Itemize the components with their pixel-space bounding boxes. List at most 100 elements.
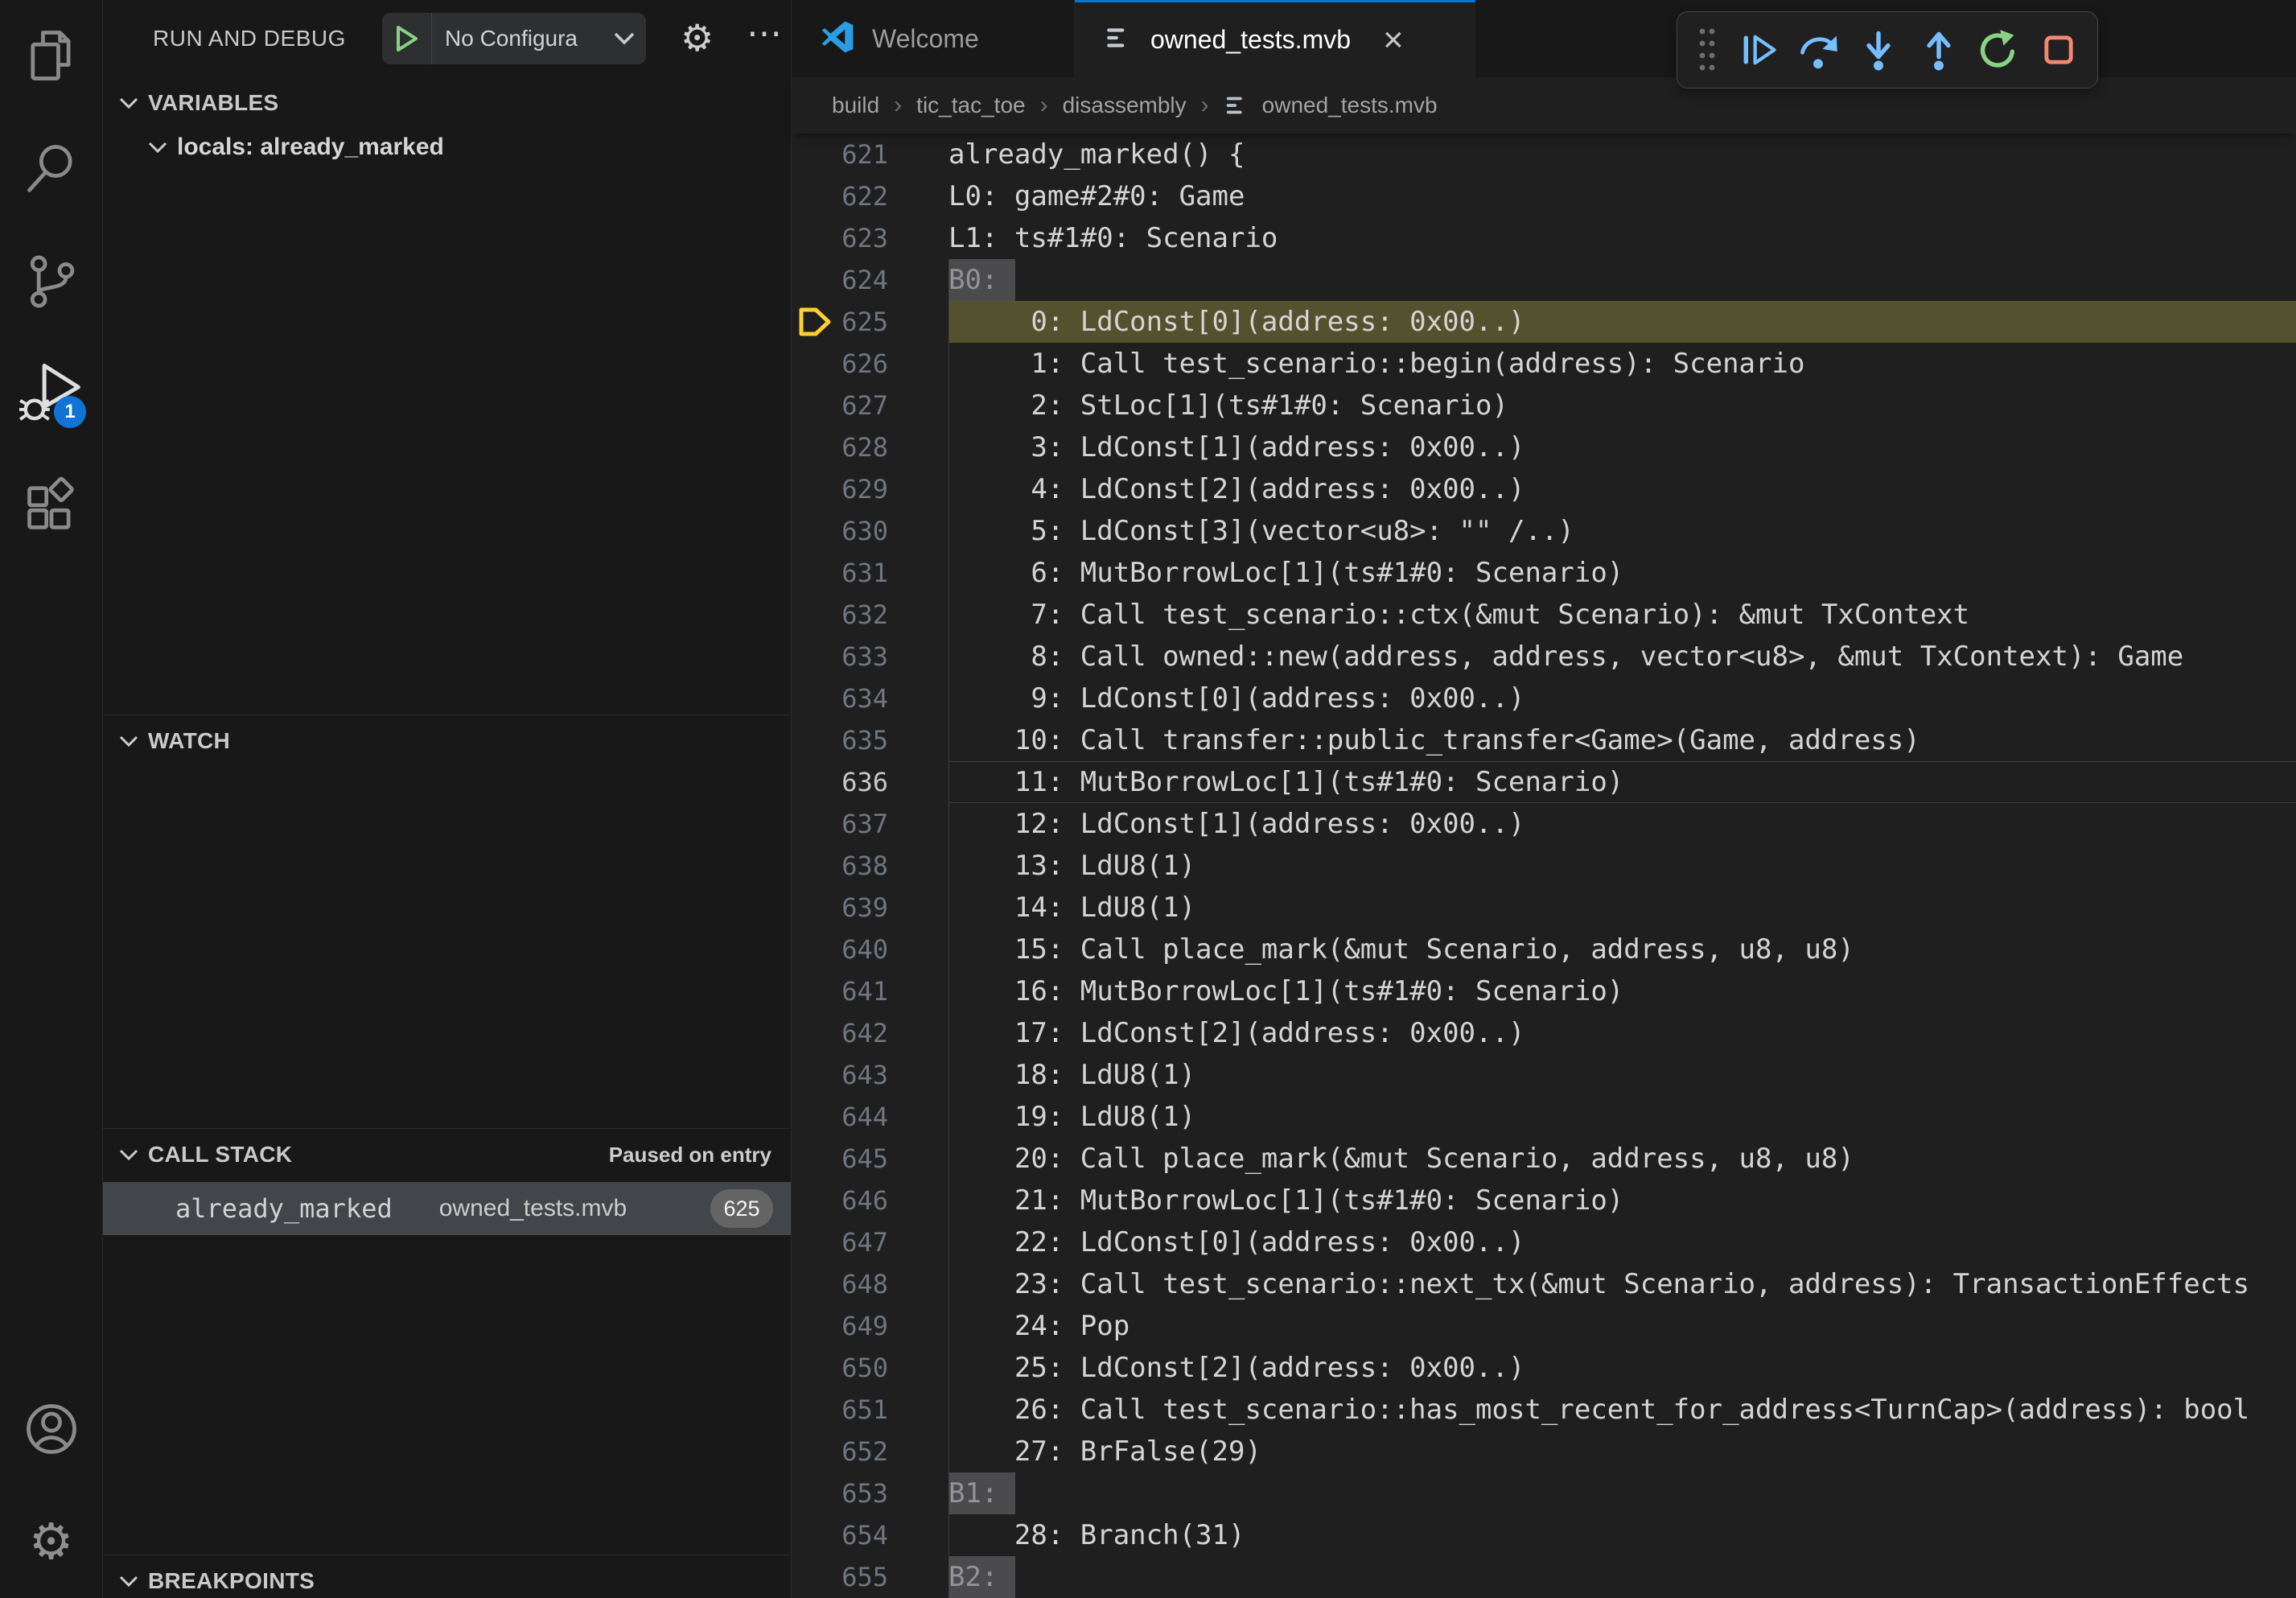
- code-line[interactable]: 621already_marked() {: [792, 134, 2296, 175]
- breakpoints-section-header[interactable]: BREAKPOINTS: [103, 1555, 791, 1598]
- code-line[interactable]: 622L0: game#2#0: Game: [792, 175, 2296, 217]
- code-line[interactable]: 629 4: LdConst[2](address: 0x00..): [792, 468, 2296, 510]
- gutter[interactable]: 639: [792, 887, 948, 929]
- gutter[interactable]: 627: [792, 385, 948, 426]
- gutter[interactable]: 626: [792, 343, 948, 385]
- stop-button[interactable]: [2038, 29, 2080, 71]
- gutter[interactable]: 644: [792, 1096, 948, 1138]
- code-area[interactable]: 621already_marked() {622L0: game#2#0: Ga…: [792, 134, 2296, 1598]
- code-line[interactable]: 645 20: Call place_mark(&mut Scenario, a…: [792, 1138, 2296, 1180]
- gutter[interactable]: 641: [792, 970, 948, 1012]
- code-line[interactable]: 623L1: ts#1#0: Scenario: [792, 217, 2296, 259]
- gutter[interactable]: 650: [792, 1347, 948, 1389]
- restart-button[interactable]: [1977, 29, 2019, 71]
- more-actions-icon[interactable]: ⋯: [747, 13, 782, 56]
- code-line[interactable]: 634 9: LdConst[0](address: 0x00..): [792, 678, 2296, 719]
- code-line[interactable]: 649 24: Pop: [792, 1305, 2296, 1347]
- sidebar-item-source-control[interactable]: [0, 225, 102, 338]
- call-stack-section-header[interactable]: CALL STACK Paused on entry: [103, 1129, 791, 1176]
- code-line[interactable]: 636 11: MutBorrowLoc[1](ts#1#0: Scenario…: [792, 761, 2296, 803]
- code-line[interactable]: 641 16: MutBorrowLoc[1](ts#1#0: Scenario…: [792, 970, 2296, 1012]
- account-button[interactable]: [0, 1373, 102, 1485]
- toolbar-drag-grip[interactable]: [1695, 25, 1719, 75]
- continue-button[interactable]: [1738, 29, 1780, 71]
- gutter[interactable]: 652: [792, 1431, 948, 1472]
- gutter[interactable]: 635: [792, 719, 948, 761]
- debug-settings-gear-icon[interactable]: ⚙: [681, 19, 714, 56]
- gutter[interactable]: 623: [792, 217, 948, 259]
- sidebar-item-search[interactable]: [0, 113, 102, 225]
- code-line[interactable]: 626 1: Call test_scenario::begin(address…: [792, 343, 2296, 385]
- code-line[interactable]: 631 6: MutBorrowLoc[1](ts#1#0: Scenario): [792, 552, 2296, 594]
- gutter[interactable]: 648: [792, 1263, 948, 1305]
- gutter[interactable]: 629: [792, 468, 948, 510]
- gutter[interactable]: 647: [792, 1221, 948, 1263]
- code-line[interactable]: 646 21: MutBorrowLoc[1](ts#1#0: Scenario…: [792, 1180, 2296, 1221]
- variables-section-header[interactable]: VARIABLES: [103, 77, 791, 124]
- code-line[interactable]: 638 13: LdU8(1): [792, 845, 2296, 887]
- step-out-button[interactable]: [1918, 29, 1960, 71]
- settings-button[interactable]: ⚙: [0, 1485, 102, 1598]
- watch-section-header[interactable]: WATCH: [103, 715, 791, 762]
- code-line[interactable]: 639 14: LdU8(1): [792, 887, 2296, 929]
- code-line[interactable]: 624B0:: [792, 259, 2296, 301]
- gutter[interactable]: 628: [792, 426, 948, 468]
- code-line[interactable]: 644 19: LdU8(1): [792, 1096, 2296, 1138]
- sidebar-item-extensions[interactable]: [0, 451, 102, 563]
- tab-owned-tests[interactable]: owned_tests.mvb ×: [1075, 0, 1475, 77]
- code-line[interactable]: 650 25: LdConst[2](address: 0x00..): [792, 1347, 2296, 1389]
- sidebar-item-explorer[interactable]: [0, 0, 102, 113]
- code-line[interactable]: 652 27: BrFalse(29): [792, 1431, 2296, 1472]
- gutter[interactable]: 634: [792, 678, 948, 719]
- gutter[interactable]: 632: [792, 594, 948, 636]
- gutter[interactable]: 637: [792, 803, 948, 845]
- step-into-button[interactable]: [1858, 29, 1899, 71]
- breadcrumb-item-file[interactable]: owned_tests.mvb: [1262, 93, 1438, 118]
- code-line[interactable]: 655B2:: [792, 1556, 2296, 1598]
- code-line[interactable]: 640 15: Call place_mark(&mut Scenario, a…: [792, 929, 2296, 970]
- code-line[interactable]: 628 3: LdConst[1](address: 0x00..): [792, 426, 2296, 468]
- gutter[interactable]: 633: [792, 636, 948, 678]
- sidebar-item-run-and-debug[interactable]: 1: [0, 338, 102, 451]
- gutter[interactable]: 651: [792, 1389, 948, 1431]
- code-line[interactable]: 625 0: LdConst[0](address: 0x00..): [792, 301, 2296, 343]
- breadcrumb-item-build[interactable]: build: [832, 93, 879, 118]
- tab-welcome[interactable]: Welcome: [792, 0, 1075, 77]
- gutter[interactable]: 642: [792, 1012, 948, 1054]
- gutter[interactable]: 649: [792, 1305, 948, 1347]
- gutter[interactable]: 624: [792, 259, 948, 301]
- gutter[interactable]: 640: [792, 929, 948, 970]
- gutter[interactable]: 638: [792, 845, 948, 887]
- code-line[interactable]: 642 17: LdConst[2](address: 0x00..): [792, 1012, 2296, 1054]
- code-line[interactable]: 627 2: StLoc[1](ts#1#0: Scenario): [792, 385, 2296, 426]
- breadcrumb-item-tic-tac-toe[interactable]: tic_tac_toe: [916, 93, 1025, 118]
- gutter[interactable]: 625: [792, 301, 948, 343]
- gutter[interactable]: 643: [792, 1054, 948, 1096]
- gutter[interactable]: 655: [792, 1556, 948, 1598]
- close-icon[interactable]: ×: [1383, 23, 1404, 58]
- gutter[interactable]: 645: [792, 1138, 948, 1180]
- variables-locals-row[interactable]: locals: already_marked: [103, 124, 791, 171]
- code-line[interactable]: 632 7: Call test_scenario::ctx(&mut Scen…: [792, 594, 2296, 636]
- code-line[interactable]: 633 8: Call owned::new(address, address,…: [792, 636, 2296, 678]
- gutter[interactable]: 621: [792, 134, 948, 175]
- code-line[interactable]: 654 28: Branch(31): [792, 1514, 2296, 1556]
- gutter[interactable]: 654: [792, 1514, 948, 1556]
- gutter[interactable]: 630: [792, 510, 948, 552]
- call-stack-frame-row[interactable]: already_marked owned_tests.mvb 625: [103, 1182, 791, 1235]
- start-debugging-icon[interactable]: [382, 13, 432, 64]
- code-line[interactable]: 648 23: Call test_scenario::next_tx(&mut…: [792, 1263, 2296, 1305]
- code-line[interactable]: 651 26: Call test_scenario::has_most_rec…: [792, 1389, 2296, 1431]
- gutter[interactable]: 653: [792, 1472, 948, 1514]
- step-over-button[interactable]: [1797, 29, 1839, 71]
- code-line[interactable]: 635 10: Call transfer::public_transfer<G…: [792, 719, 2296, 761]
- gutter[interactable]: 622: [792, 175, 948, 217]
- code-line[interactable]: 630 5: LdConst[3](vector<u8>: "" /..): [792, 510, 2296, 552]
- code-line[interactable]: 643 18: LdU8(1): [792, 1054, 2296, 1096]
- debug-config-dropdown[interactable]: No Configura: [382, 13, 646, 64]
- gutter[interactable]: 646: [792, 1180, 948, 1221]
- code-line[interactable]: 647 22: LdConst[0](address: 0x00..): [792, 1221, 2296, 1263]
- gutter[interactable]: 636: [792, 761, 948, 803]
- code-line[interactable]: 637 12: LdConst[1](address: 0x00..): [792, 803, 2296, 845]
- code-line[interactable]: 653B1:: [792, 1472, 2296, 1514]
